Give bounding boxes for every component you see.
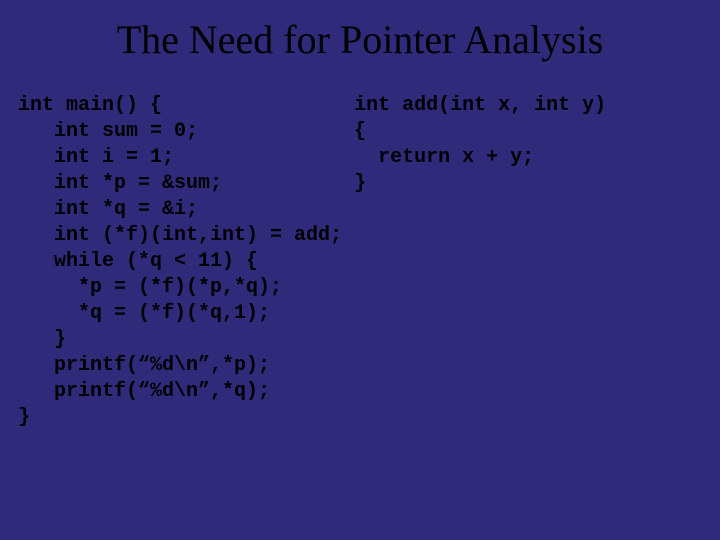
slide-body: int main() { int sum = 0; int i = 1; int… (0, 73, 720, 431)
code-block-add: int add(int x, int y) { return x + y; } (354, 93, 606, 431)
code-block-main: int main() { int sum = 0; int i = 1; int… (18, 93, 342, 431)
slide: The Need for Pointer Analysis int main()… (0, 0, 720, 540)
slide-title: The Need for Pointer Analysis (0, 0, 720, 73)
